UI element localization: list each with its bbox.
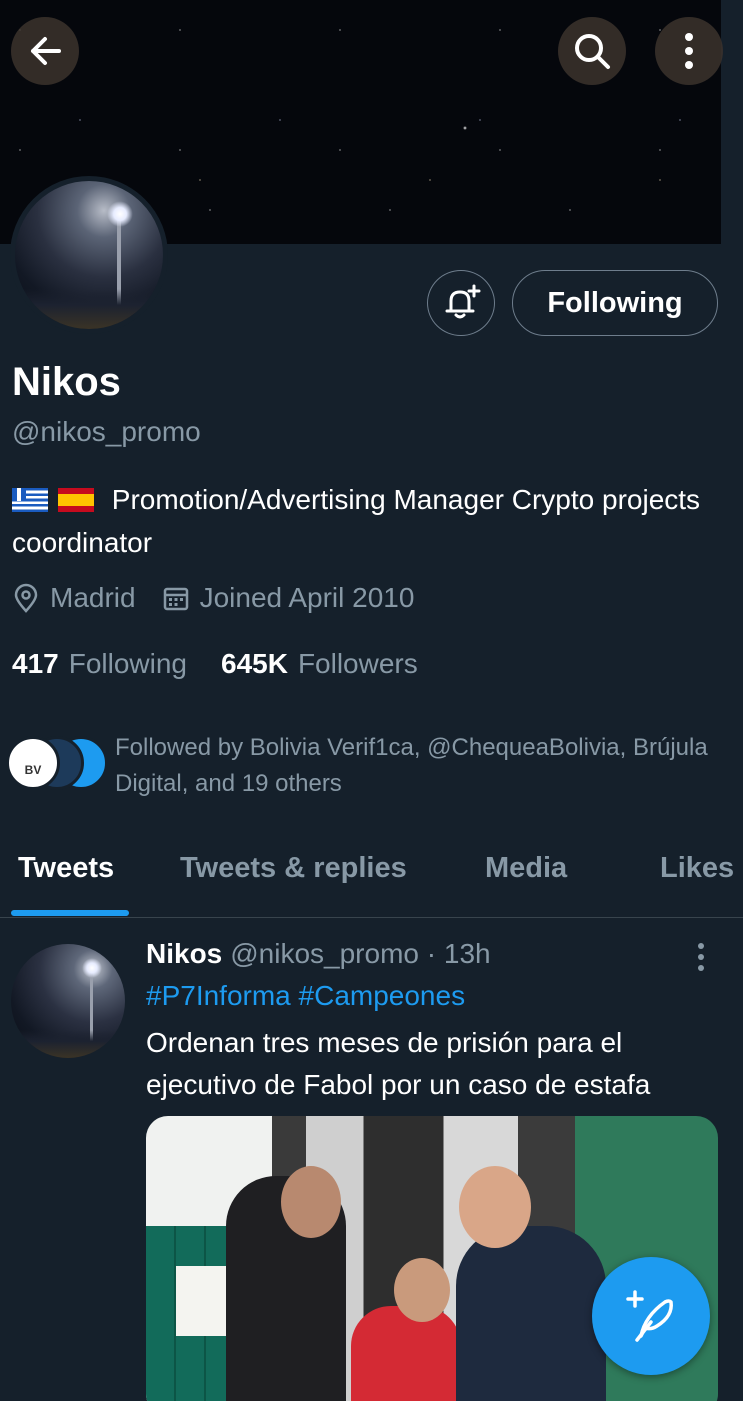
profile-tabs: Tweets Tweets & replies Media Likes	[0, 830, 743, 918]
profile-handle: @nikos_promo	[12, 416, 201, 447]
following-button[interactable]: Following	[512, 270, 718, 336]
tab-likes[interactable]: Likes	[660, 852, 734, 885]
more-dot-icon	[698, 954, 704, 960]
tab-tweets-replies[interactable]: Tweets & replies	[180, 852, 407, 885]
followers-label: Followers	[297, 648, 418, 679]
more-options-button[interactable]	[655, 17, 723, 85]
more-dot-icon	[698, 943, 704, 949]
tab-media[interactable]: Media	[485, 852, 567, 885]
tab-tweets[interactable]: Tweets	[18, 852, 114, 885]
profile-name: Nikos	[12, 360, 121, 404]
profile-meta: Madrid Joined April 2010	[12, 582, 414, 614]
tweet-author-name[interactable]: Nikos	[146, 938, 222, 969]
followers-count-link[interactable]: 645K Followers	[221, 648, 418, 680]
photo-person-red-coat	[351, 1306, 461, 1401]
followers-count: 645K	[221, 648, 288, 679]
banner-edge	[721, 0, 743, 244]
search-button[interactable]	[558, 17, 626, 85]
tweet-author-avatar[interactable]	[11, 944, 125, 1058]
avatar-city-lights	[15, 289, 163, 329]
arrow-left-icon	[31, 37, 61, 65]
location-pin-icon	[14, 583, 38, 613]
tweet-time: · 13h	[426, 938, 491, 969]
tweet-header: Nikos @nikos_promo · 13h	[146, 938, 491, 970]
following-count-link[interactable]: 417 Following	[12, 648, 187, 680]
followed-by-avatar-1: BV	[6, 736, 60, 790]
compose-feather-plus-icon	[626, 1290, 673, 1342]
spain-flag-icon	[58, 488, 94, 512]
more-vertical-icon	[685, 33, 693, 69]
profile-bio: Promotion/Advertising Manager Crypto pro…	[12, 478, 732, 564]
avatar-lamp-light	[82, 958, 102, 978]
profile-avatar[interactable]	[10, 176, 168, 334]
bell-plus-icon	[445, 284, 481, 319]
avatar-lamp-light	[107, 201, 133, 227]
photo-person-puffer-jacket	[456, 1226, 606, 1401]
tweet-hashtags[interactable]: #P7Informa #Campeones	[146, 980, 465, 1012]
back-button[interactable]	[11, 17, 79, 85]
compose-tweet-button[interactable]	[592, 1257, 710, 1375]
photo-person-head	[394, 1258, 450, 1322]
followed-by-text[interactable]: Followed by Bolivia Verif1ca, @ChequeaBo…	[115, 730, 735, 802]
tweet-more-options-button[interactable]	[690, 940, 712, 974]
photo-person-head	[281, 1166, 341, 1238]
greece-flag-icon	[12, 488, 48, 512]
more-dot-icon	[698, 965, 704, 971]
following-count: 417	[12, 648, 59, 679]
profile-joined-date: Joined April 2010	[199, 582, 415, 613]
profile-stats: 417 Following 645K Followers	[12, 648, 452, 680]
search-icon	[575, 34, 610, 69]
notifications-bell-button[interactable]	[427, 270, 495, 336]
avatar-city-lights	[11, 1030, 125, 1058]
tweet-text: Ordenan tres meses de prisión para el ej…	[146, 1027, 651, 1100]
followed-by-avatars[interactable]: BV	[6, 736, 110, 792]
following-label: Following	[68, 648, 187, 679]
calendar-icon	[163, 587, 188, 611]
active-tab-indicator	[11, 910, 129, 916]
profile-location: Madrid	[50, 582, 136, 613]
bio-text: Promotion/Advertising Manager Crypto pro…	[12, 484, 701, 558]
photo-person-head	[459, 1166, 531, 1248]
tweet-author-handle[interactable]: @nikos_promo	[230, 938, 419, 969]
